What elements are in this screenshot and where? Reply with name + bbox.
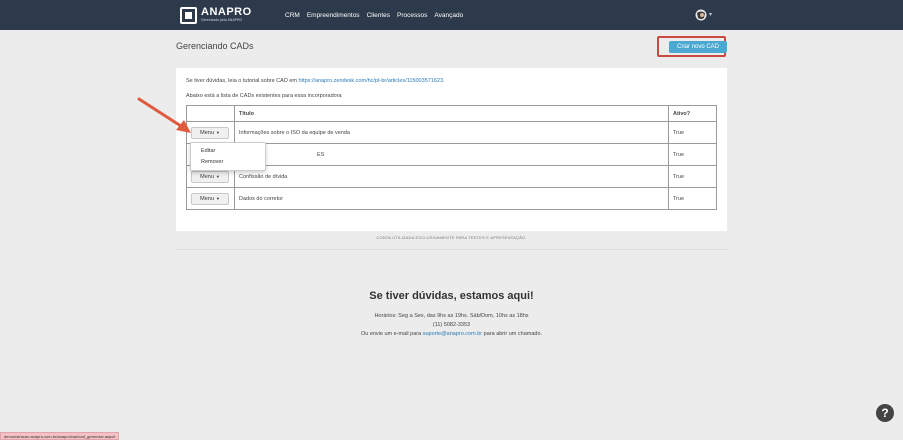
anapro-logo[interactable]: ANAPRO Gerenciado pela ANAPRO	[180, 5, 252, 25]
table-row: ES True	[186, 143, 717, 166]
table-row: Menu ▼ Dados do corretor True	[186, 187, 717, 210]
row-menu-button[interactable]: Menu ▼	[191, 126, 229, 139]
header-active: Ativo?	[668, 105, 717, 122]
row-title: Informações sobre o ISO da equipe de ven…	[234, 121, 669, 144]
row-title: Confissão de dívida	[234, 165, 669, 188]
support-email-line: Ou envie um e-mail para suporte@anapro.c…	[360, 331, 543, 337]
support-hours: Horários: Seg a Sex, das 9hs as 19hs. Sá…	[374, 313, 529, 319]
nav-link-empreendimentos[interactable]: Empreendimentos	[307, 12, 360, 19]
header-title: Título	[234, 105, 669, 122]
row-active: True	[668, 143, 717, 166]
table-row: Menu ▼ Informações sobre o ISO da equipe …	[186, 121, 717, 144]
status-url-bar: demonstracao.anapro.com.br/anapro/cad/ca…	[0, 432, 120, 440]
row-active: True	[668, 165, 717, 188]
caret-down-icon: ▼	[215, 173, 220, 179]
table-row: Menu ▼ Confissão de dívida True	[186, 165, 717, 188]
support-title: Se tiver dúvidas, estamos aqui!	[369, 290, 534, 302]
support-phone: (11) 5082-3353	[432, 322, 471, 328]
annotation-arrow-icon	[137, 97, 191, 133]
row-dropdown-menu: Editar Remover	[190, 142, 266, 171]
menu-item-editar[interactable]: Editar	[201, 148, 215, 154]
row-active: True	[668, 121, 717, 144]
divider	[176, 249, 727, 250]
row-title: ES	[234, 143, 669, 166]
nav-link-crm[interactable]: CRM	[285, 12, 300, 19]
row-menu-button[interactable]: Menu ▼	[191, 170, 229, 183]
intro-text: Abaixo está a lista de CADs existentes p…	[186, 93, 342, 99]
create-cad-button[interactable]: Criar novo CAD	[669, 41, 727, 53]
logo-subtitle: Gerenciado pela ANAPRO	[201, 18, 243, 22]
nav-link-avancado[interactable]: Avançado	[434, 12, 463, 19]
nav-link-processos[interactable]: Processos	[397, 12, 427, 19]
top-navbar: ANAPRO Gerenciado pela ANAPRO CRM Empree…	[0, 0, 903, 30]
logo-name: ANAPRO	[201, 6, 252, 18]
caret-down-icon: ▼	[215, 195, 220, 201]
test-account-note: CONTA UTILIZADA EXCLUSIVAMENTE PARA TEST…	[376, 235, 527, 240]
nav-links: CRM Empreendimentos Clientes Processos A…	[285, 0, 470, 30]
tutorial-link[interactable]: https://anapro.zendesk.com/hc/pt-br/arti…	[299, 78, 445, 84]
row-title: Dados do corretor	[234, 187, 669, 210]
nav-link-clientes[interactable]: Clientes	[367, 12, 390, 19]
help-text: Se tiver dúvidas, leia o tutorial sobre …	[186, 78, 445, 84]
support-email-link[interactable]: suporte@anapro.com.br	[423, 331, 482, 337]
page-title: Gerenciando CADs	[176, 41, 254, 51]
logo-icon	[180, 6, 197, 24]
caret-down-icon: ▼	[215, 129, 220, 135]
help-question-icon[interactable]: ?	[876, 404, 894, 422]
table-header-row: Título Ativo?	[186, 105, 717, 122]
chevron-down-icon[interactable]: ▾	[709, 11, 712, 18]
user-avatar-icon[interactable]	[694, 9, 708, 21]
row-menu-button[interactable]: Menu ▼	[191, 192, 229, 205]
menu-item-remover[interactable]: Remover	[201, 159, 223, 165]
row-active: True	[668, 187, 717, 210]
